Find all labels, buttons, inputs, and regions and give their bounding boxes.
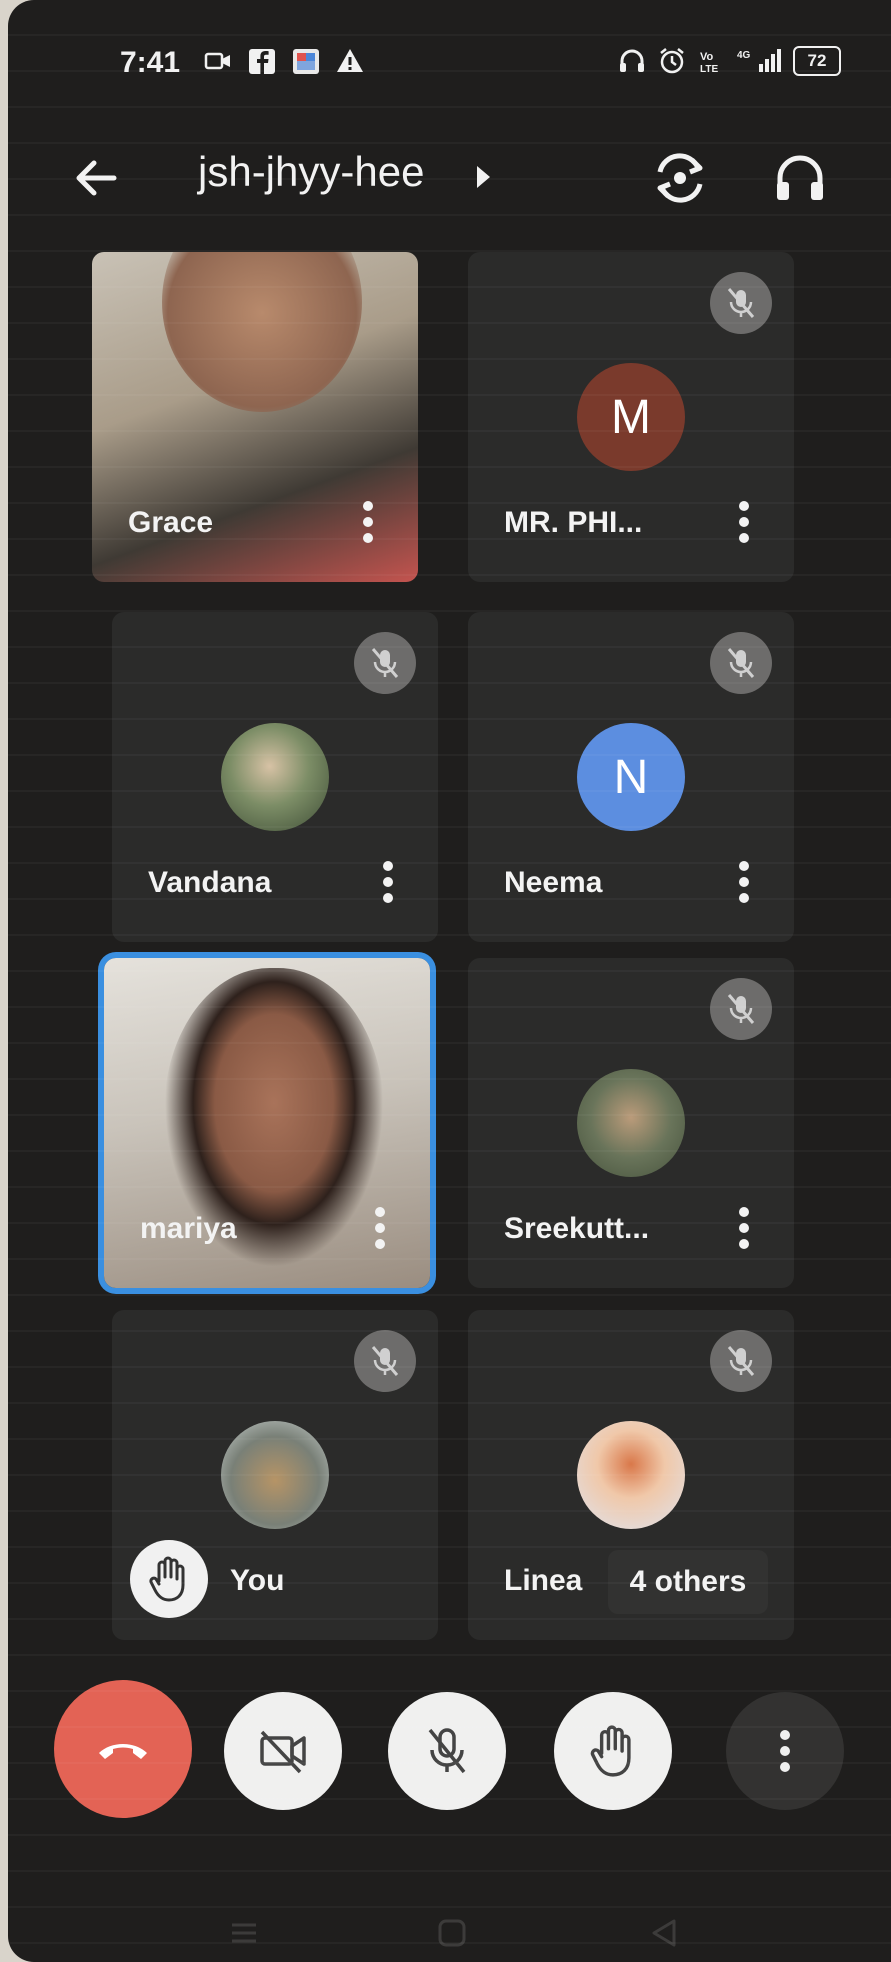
- participant-name: Sreekutt...: [504, 1212, 650, 1245]
- facebook-icon: [249, 49, 275, 74]
- more-vertical-icon[interactable]: [362, 500, 374, 544]
- headset-icon: [620, 49, 644, 72]
- participant-name: Vandana: [148, 866, 272, 899]
- mic-off-icon: [354, 632, 416, 694]
- more-vertical-icon[interactable]: [374, 1206, 386, 1250]
- status-time: 7:41: [120, 46, 181, 79]
- camera-toggle-button[interactable]: [224, 1692, 342, 1810]
- avatar-photo: [221, 723, 329, 831]
- svg-text:4G: 4G: [737, 50, 751, 61]
- video-feed: [162, 252, 362, 412]
- avatar-photo: [221, 1421, 329, 1529]
- camera-off-icon: [260, 1730, 306, 1774]
- status-notification-icons: [203, 46, 365, 76]
- microphone-toggle-button[interactable]: [388, 1692, 506, 1810]
- meeting-toolbar: jsh-jhyy-hee: [8, 138, 891, 218]
- hang-up-icon: [99, 1744, 147, 1759]
- participant-tile-neema[interactable]: N Neema: [468, 612, 794, 942]
- more-vertical-icon[interactable]: [738, 500, 750, 544]
- more-vertical-icon[interactable]: [738, 1206, 750, 1250]
- more-vertical-icon[interactable]: [738, 860, 750, 904]
- mic-off-icon: [710, 272, 772, 334]
- call-controls: [8, 1680, 891, 1820]
- battery-indicator: 72: [793, 46, 841, 76]
- volte-icon: Vo LTE: [700, 51, 718, 75]
- status-system-icons: Vo LTE 4G 72: [617, 46, 841, 76]
- phone-screen: 7:41 Vo LTE 4G 72 jsh-jhyy-hee Grace M M…: [8, 0, 891, 1962]
- avatar-photo: [577, 1069, 685, 1177]
- mic-off-icon: [354, 1330, 416, 1392]
- participant-tile-grace[interactable]: Grace: [92, 252, 418, 582]
- meeting-code-title[interactable]: jsh-jhyy-hee: [198, 148, 424, 196]
- screen-record-icon: [204, 52, 230, 70]
- participant-tile-mariya[interactable]: mariya: [104, 958, 430, 1288]
- participant-tile-vandana[interactable]: Vandana: [112, 612, 438, 942]
- mic-off-icon: [710, 632, 772, 694]
- more-vertical-icon: [780, 1730, 790, 1772]
- participant-name: Neema: [504, 866, 603, 899]
- participant-tile-mr-phi[interactable]: M MR. PHI...: [468, 252, 794, 582]
- status-bar: 7:41 Vo LTE 4G 72: [8, 38, 891, 88]
- participant-name: You: [230, 1564, 285, 1597]
- avatar: N: [577, 723, 685, 831]
- others-count-chip[interactable]: 4 others: [608, 1550, 768, 1614]
- system-navigation-bar: [8, 1905, 891, 1962]
- hand-raised-badge: [130, 1540, 208, 1618]
- avatar-letter: M: [611, 390, 651, 444]
- signal-icon: 4G: [737, 49, 781, 72]
- participant-name: mariya: [140, 1212, 237, 1245]
- mic-off-icon: [428, 1728, 466, 1774]
- participant-tile-sreekutt[interactable]: Sreekutt...: [468, 958, 794, 1288]
- avatar-photo: [577, 1421, 685, 1529]
- back-triangle-icon[interactable]: [648, 1917, 680, 1949]
- hand-icon: [590, 1725, 631, 1777]
- audio-output-icon[interactable]: [768, 146, 832, 210]
- home-icon[interactable]: [436, 1917, 468, 1949]
- hand-icon: [149, 1556, 185, 1602]
- participant-name: Grace: [128, 506, 214, 539]
- more-vertical-icon[interactable]: [382, 860, 394, 904]
- end-call-button[interactable]: [54, 1680, 192, 1818]
- svg-text:Vo: Vo: [700, 51, 714, 63]
- avatar-letter: N: [613, 750, 649, 804]
- mic-off-icon: [710, 1330, 772, 1392]
- participant-name: MR. PHI...: [504, 506, 643, 539]
- participant-name: Linea: [504, 1564, 583, 1597]
- mic-off-icon: [710, 978, 772, 1040]
- app-notification-icon: [293, 49, 319, 74]
- raise-hand-button[interactable]: [554, 1692, 672, 1810]
- caret-right-icon[interactable]: [473, 164, 493, 190]
- recent-apps-icon[interactable]: [228, 1917, 260, 1949]
- switch-camera-icon[interactable]: [648, 146, 712, 210]
- warning-icon: [337, 49, 363, 72]
- svg-text:LTE: LTE: [700, 64, 718, 75]
- alarm-icon: [660, 48, 684, 74]
- avatar: M: [577, 363, 685, 471]
- back-arrow-icon[interactable]: [68, 150, 124, 206]
- participant-tile-you[interactable]: You: [112, 1310, 438, 1640]
- more-options-button[interactable]: [726, 1692, 844, 1810]
